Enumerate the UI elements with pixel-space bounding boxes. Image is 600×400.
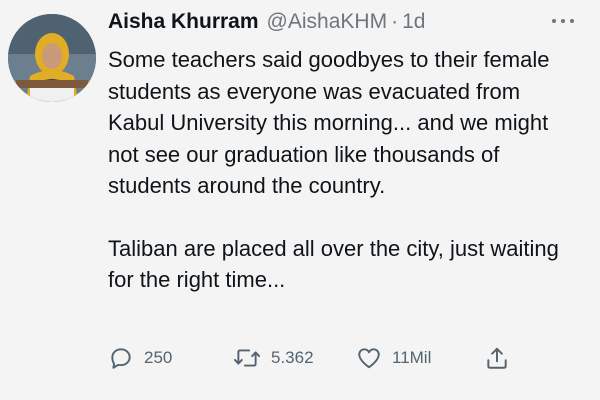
share-icon [487,347,507,369]
action-bar: 250 5.362 11Mil [108,342,528,374]
tweet-text: Some teachers said goodbyes to their fem… [108,44,576,296]
tweet-paragraph: Some teachers said goodbyes to their fem… [108,47,550,198]
retweet-count: 5.362 [271,348,314,367]
avatar[interactable] [8,14,96,102]
share-button[interactable] [484,342,510,374]
header-separator: · [391,10,399,33]
retweet-icon [233,349,261,367]
author-handle[interactable]: @AishaKHM [267,10,388,34]
more-options-icon [552,19,574,23]
tweet-header: Aisha Khurram @AishaKHM · 1d [108,10,576,38]
more-options-button[interactable] [550,10,576,32]
reply-count: 250 [144,348,173,367]
reply-button[interactable]: 250 [108,342,172,374]
reply-icon [111,348,131,369]
retweet-button[interactable]: 5.362 [233,342,314,374]
heart-icon [358,348,380,369]
avatar-image [8,14,96,102]
tweet-paragraph: Taliban are placed all over the city, ju… [108,235,559,293]
tweet-content: Aisha Khurram @AishaKHM · 1d Some teache… [108,10,576,296]
author-name[interactable]: Aisha Khurram [108,10,259,34]
tweet-time[interactable]: 1d [402,10,425,34]
like-button[interactable]: 11Mil [356,342,431,374]
tweet-card: Aisha Khurram @AishaKHM · 1d Some teache… [0,0,600,400]
like-count: 11Mil [392,348,432,367]
